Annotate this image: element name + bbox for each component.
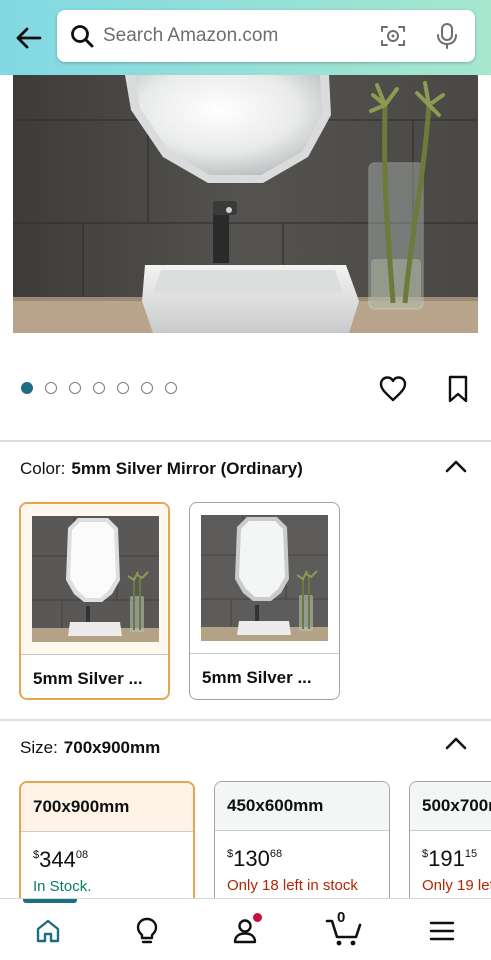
size-option-2[interactable]: 450x600mm $13068 Only 18 left in stock <box>214 781 390 911</box>
price-fraction: 08 <box>75 849 89 861</box>
size-option-price: $19115 <box>422 846 477 872</box>
section-divider <box>0 719 491 721</box>
stock-status: Only 19 left in stock <box>422 877 491 894</box>
cart-count: 0 <box>337 909 346 926</box>
price-whole: 130 <box>233 846 270 871</box>
home-icon <box>36 919 60 943</box>
bottom-navigation-bar: 0 <box>0 898 491 960</box>
carousel-dot[interactable] <box>45 382 57 394</box>
price-fraction: 68 <box>269 848 283 860</box>
nav-home[interactable] <box>28 911 68 951</box>
bookmark-icon[interactable] <box>446 374 470 404</box>
nav-inspire[interactable] <box>127 911 167 951</box>
carousel-dot[interactable] <box>69 382 81 394</box>
color-selected-value: 5mm Silver Mirror (Ordinary) <box>71 459 303 478</box>
carousel-dot[interactable] <box>21 382 33 394</box>
nav-cart[interactable]: 0 <box>324 909 364 951</box>
nav-account[interactable] <box>225 911 265 951</box>
menu-icon <box>429 921 455 941</box>
swatch-separator <box>21 654 168 655</box>
microphone-icon[interactable] <box>435 22 459 50</box>
price-fraction: 15 <box>464 848 478 860</box>
back-button[interactable] <box>10 20 46 56</box>
product-image[interactable] <box>13 75 478 333</box>
nav-menu[interactable] <box>422 911 462 951</box>
color-option-name: 5mm Silver ... <box>202 668 312 687</box>
back-arrow-icon <box>16 27 42 49</box>
color-option-thumbnail <box>32 516 159 642</box>
search-box[interactable] <box>57 10 475 62</box>
size-option-price: $13068 <box>227 846 282 872</box>
size-option-3[interactable]: 500x700mm $19115 Only 19 left in stock <box>409 781 491 911</box>
size-option-title: 500x700mm <box>422 796 491 815</box>
carousel-dot[interactable] <box>93 382 105 394</box>
size-option-title: 450x600mm <box>227 796 324 815</box>
size-option-1[interactable]: 700x900mm $34408 In Stock. <box>19 781 195 911</box>
header-bar <box>0 0 491 75</box>
color-option-name: 5mm Silver ... <box>33 669 143 688</box>
color-option-2[interactable]: 5mm Silver ... <box>189 502 340 700</box>
stock-status: In Stock. <box>33 878 92 895</box>
size-selector-header[interactable]: Size: 700x900mm <box>20 738 160 758</box>
size-selected-value: 700x900mm <box>63 738 161 757</box>
color-option-thumbnail <box>201 515 328 641</box>
heart-icon[interactable] <box>378 374 408 404</box>
size-option-title: 700x900mm <box>33 797 130 816</box>
carousel-dot[interactable] <box>141 382 153 394</box>
search-input[interactable] <box>103 22 363 50</box>
camera-scan-icon[interactable] <box>379 23 407 49</box>
stock-status: Only 18 left in stock <box>227 877 358 894</box>
carousel-dot[interactable] <box>165 382 177 394</box>
chevron-up-icon[interactable] <box>445 736 467 750</box>
price-whole: 191 <box>428 846 465 871</box>
section-divider <box>0 440 491 442</box>
size-label: Size: <box>20 738 58 757</box>
notification-dot <box>253 913 262 922</box>
search-icon <box>71 25 94 48</box>
price-whole: 344 <box>39 847 76 872</box>
chevron-up-icon[interactable] <box>445 459 467 473</box>
home-active-indicator <box>23 899 77 903</box>
carousel-dot[interactable] <box>117 382 129 394</box>
lightbulb-icon <box>136 917 158 944</box>
color-option-1[interactable]: 5mm Silver ... <box>19 502 170 700</box>
swatch-separator <box>190 653 339 654</box>
color-label: Color: <box>20 459 66 478</box>
size-option-price: $34408 <box>33 847 88 873</box>
color-selector-header[interactable]: Color: 5mm Silver Mirror (Ordinary) <box>20 459 303 479</box>
image-carousel-indicators <box>21 382 177 394</box>
